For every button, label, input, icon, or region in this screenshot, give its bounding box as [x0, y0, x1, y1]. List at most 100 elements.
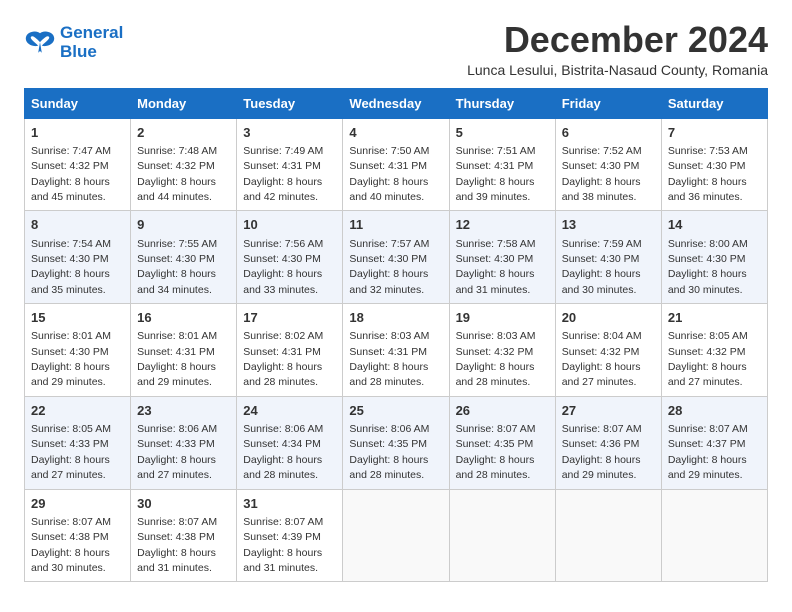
day-number: 28	[668, 402, 761, 420]
calendar-cell: 20Sunrise: 8:04 AMSunset: 4:32 PMDayligh…	[555, 304, 661, 397]
calendar-header-row: SundayMondayTuesdayWednesdayThursdayFrid…	[25, 88, 768, 118]
day-number: 12	[456, 216, 549, 234]
day-info: Sunrise: 8:07 AMSunset: 4:37 PMDaylight:…	[668, 423, 748, 481]
calendar-cell	[449, 489, 555, 582]
calendar-cell: 8 Sunrise: 7:54 AMSunset: 4:30 PMDaylight…	[25, 211, 131, 304]
day-info: Sunrise: 7:59 AMSunset: 4:30 PMDaylight:…	[562, 238, 642, 296]
day-info: Sunrise: 8:03 AMSunset: 4:32 PMDaylight:…	[456, 330, 536, 388]
day-info: Sunrise: 8:07 AMSunset: 4:36 PMDaylight:…	[562, 423, 642, 481]
calendar-body: 1Sunrise: 7:47 AMSunset: 4:32 PMDaylight…	[25, 118, 768, 582]
day-info: Sunrise: 8:00 AMSunset: 4:30 PMDaylight:…	[668, 238, 748, 296]
day-info: Sunrise: 8:07 AMSunset: 4:35 PMDaylight:…	[456, 423, 536, 481]
logo: General Blue	[24, 24, 123, 61]
calendar-cell: 27 Sunrise: 8:07 AMSunset: 4:36 PMDayligh…	[555, 396, 661, 489]
logo-icon	[24, 29, 56, 57]
day-info: Sunrise: 7:52 AMSunset: 4:30 PMDaylight:…	[562, 145, 642, 203]
calendar-week-row: 15Sunrise: 8:01 AMSunset: 4:30 PMDayligh…	[25, 304, 768, 397]
calendar-cell: 29 Sunrise: 8:07 AMSunset: 4:38 PMDayligh…	[25, 489, 131, 582]
calendar-cell: 9 Sunrise: 7:55 AMSunset: 4:30 PMDaylight…	[131, 211, 237, 304]
day-number: 14	[668, 216, 761, 234]
title-block: December 2024 Lunca Lesului, Bistrita-Na…	[467, 20, 768, 78]
calendar-cell: 6Sunrise: 7:52 AMSunset: 4:30 PMDaylight…	[555, 118, 661, 211]
calendar-cell: 16Sunrise: 8:01 AMSunset: 4:31 PMDayligh…	[131, 304, 237, 397]
day-number: 5	[456, 124, 549, 142]
day-number: 15	[31, 309, 124, 327]
calendar-cell: 11 Sunrise: 7:57 AMSunset: 4:30 PMDayligh…	[343, 211, 449, 304]
day-number: 1	[31, 124, 124, 142]
calendar-cell: 31 Sunrise: 8:07 AMSunset: 4:39 PMDayligh…	[237, 489, 343, 582]
day-number: 11	[349, 216, 442, 234]
day-info: Sunrise: 7:48 AMSunset: 4:32 PMDaylight:…	[137, 145, 217, 203]
day-number: 22	[31, 402, 124, 420]
calendar-cell: 18 Sunrise: 8:03 AMSunset: 4:31 PMDayligh…	[343, 304, 449, 397]
day-number: 18	[349, 309, 442, 327]
day-number: 27	[562, 402, 655, 420]
weekday-header-thursday: Thursday	[449, 88, 555, 118]
calendar-cell	[661, 489, 767, 582]
calendar-cell: 22 Sunrise: 8:05 AMSunset: 4:33 PMDayligh…	[25, 396, 131, 489]
logo-text: General Blue	[60, 24, 123, 61]
calendar-cell: 3Sunrise: 7:49 AMSunset: 4:31 PMDaylight…	[237, 118, 343, 211]
calendar-cell: 17Sunrise: 8:02 AMSunset: 4:31 PMDayligh…	[237, 304, 343, 397]
day-info: Sunrise: 7:53 AMSunset: 4:30 PMDaylight:…	[668, 145, 748, 203]
day-info: Sunrise: 8:07 AMSunset: 4:38 PMDaylight:…	[137, 516, 217, 574]
weekday-header-tuesday: Tuesday	[237, 88, 343, 118]
calendar-cell: 2 Sunrise: 7:48 AMSunset: 4:32 PMDaylight…	[131, 118, 237, 211]
weekday-header-saturday: Saturday	[661, 88, 767, 118]
day-info: Sunrise: 7:55 AMSunset: 4:30 PMDaylight:…	[137, 238, 217, 296]
day-number: 13	[562, 216, 655, 234]
day-info: Sunrise: 8:03 AMSunset: 4:31 PMDaylight:…	[349, 330, 429, 388]
day-number: 30	[137, 495, 230, 513]
day-number: 24	[243, 402, 336, 420]
calendar-week-row: 1Sunrise: 7:47 AMSunset: 4:32 PMDaylight…	[25, 118, 768, 211]
day-info: Sunrise: 8:07 AMSunset: 4:38 PMDaylight:…	[31, 516, 111, 574]
day-info: Sunrise: 7:56 AMSunset: 4:30 PMDaylight:…	[243, 238, 323, 296]
day-number: 9	[137, 216, 230, 234]
calendar-cell: 19 Sunrise: 8:03 AMSunset: 4:32 PMDayligh…	[449, 304, 555, 397]
page-header: General Blue December 2024 Lunca Lesului…	[24, 20, 768, 78]
day-number: 7	[668, 124, 761, 142]
calendar-cell: 1Sunrise: 7:47 AMSunset: 4:32 PMDaylight…	[25, 118, 131, 211]
day-number: 10	[243, 216, 336, 234]
calendar-cell: 21 Sunrise: 8:05 AMSunset: 4:32 PMDayligh…	[661, 304, 767, 397]
day-number: 16	[137, 309, 230, 327]
day-number: 29	[31, 495, 124, 513]
day-info: Sunrise: 8:07 AMSunset: 4:39 PMDaylight:…	[243, 516, 323, 574]
calendar-cell: 4Sunrise: 7:50 AMSunset: 4:31 PMDaylight…	[343, 118, 449, 211]
day-info: Sunrise: 8:05 AMSunset: 4:32 PMDaylight:…	[668, 330, 748, 388]
calendar-cell	[555, 489, 661, 582]
day-info: Sunrise: 7:57 AMSunset: 4:30 PMDaylight:…	[349, 238, 429, 296]
day-info: Sunrise: 8:06 AMSunset: 4:34 PMDaylight:…	[243, 423, 323, 481]
weekday-header-wednesday: Wednesday	[343, 88, 449, 118]
calendar-cell: 15Sunrise: 8:01 AMSunset: 4:30 PMDayligh…	[25, 304, 131, 397]
calendar-cell: 13 Sunrise: 7:59 AMSunset: 4:30 PMDayligh…	[555, 211, 661, 304]
calendar-table: SundayMondayTuesdayWednesdayThursdayFrid…	[24, 88, 768, 583]
month-title: December 2024	[467, 20, 768, 60]
weekday-header-monday: Monday	[131, 88, 237, 118]
calendar-cell: 25 Sunrise: 8:06 AMSunset: 4:35 PMDayligh…	[343, 396, 449, 489]
day-info: Sunrise: 8:06 AMSunset: 4:35 PMDaylight:…	[349, 423, 429, 481]
day-info: Sunrise: 7:54 AMSunset: 4:30 PMDaylight:…	[31, 238, 111, 296]
calendar-week-row: 8 Sunrise: 7:54 AMSunset: 4:30 PMDaylight…	[25, 211, 768, 304]
day-number: 19	[456, 309, 549, 327]
weekday-header-sunday: Sunday	[25, 88, 131, 118]
calendar-cell: 26 Sunrise: 8:07 AMSunset: 4:35 PMDayligh…	[449, 396, 555, 489]
day-number: 21	[668, 309, 761, 327]
calendar-week-row: 29 Sunrise: 8:07 AMSunset: 4:38 PMDayligh…	[25, 489, 768, 582]
day-number: 25	[349, 402, 442, 420]
day-number: 20	[562, 309, 655, 327]
day-info: Sunrise: 8:02 AMSunset: 4:31 PMDaylight:…	[243, 330, 323, 388]
calendar-cell: 23Sunrise: 8:06 AMSunset: 4:33 PMDayligh…	[131, 396, 237, 489]
day-number: 26	[456, 402, 549, 420]
calendar-cell: 10 Sunrise: 7:56 AMSunset: 4:30 PMDayligh…	[237, 211, 343, 304]
day-number: 2	[137, 124, 230, 142]
day-number: 8	[31, 216, 124, 234]
day-number: 3	[243, 124, 336, 142]
calendar-cell: 28 Sunrise: 8:07 AMSunset: 4:37 PMDayligh…	[661, 396, 767, 489]
calendar-cell: 7 Sunrise: 7:53 AMSunset: 4:30 PMDaylight…	[661, 118, 767, 211]
day-info: Sunrise: 7:50 AMSunset: 4:31 PMDaylight:…	[349, 145, 429, 203]
calendar-cell: 30 Sunrise: 8:07 AMSunset: 4:38 PMDayligh…	[131, 489, 237, 582]
day-number: 31	[243, 495, 336, 513]
calendar-week-row: 22 Sunrise: 8:05 AMSunset: 4:33 PMDayligh…	[25, 396, 768, 489]
day-info: Sunrise: 8:05 AMSunset: 4:33 PMDaylight:…	[31, 423, 111, 481]
